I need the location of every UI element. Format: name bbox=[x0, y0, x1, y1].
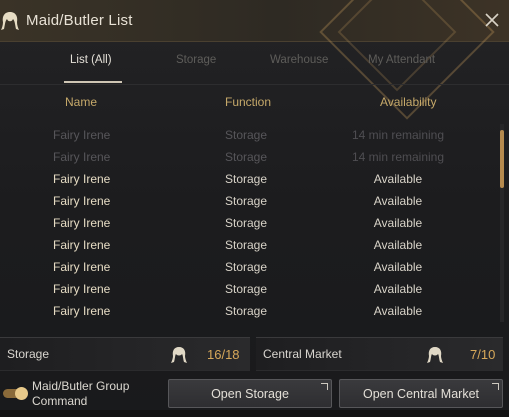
row-availability: Available bbox=[373, 238, 423, 252]
window-title: Maid/Butler List bbox=[26, 12, 133, 29]
column-header-function: Function bbox=[225, 95, 272, 109]
column-header-availability: Availability bbox=[380, 95, 437, 109]
table-row[interactable]: Fairy Irene Storage Available bbox=[0, 300, 497, 322]
group-command-toggle[interactable] bbox=[3, 387, 28, 400]
maid-icon bbox=[1, 12, 19, 30]
row-name: Fairy Irene bbox=[53, 128, 111, 142]
row-availability: Available bbox=[373, 260, 423, 274]
scrollbar-thumb[interactable] bbox=[500, 130, 504, 188]
table-row[interactable]: Fairy Irene Storage Available bbox=[0, 256, 497, 278]
tab-bar: List (All) Storage Warehouse My Attendan… bbox=[0, 41, 509, 83]
row-function: Storage bbox=[225, 260, 268, 274]
row-name: Fairy Irene bbox=[53, 172, 111, 186]
table-row[interactable]: Fairy Irene Storage Available bbox=[0, 190, 497, 212]
row-function: Storage bbox=[225, 216, 268, 230]
row-name: Fairy Irene bbox=[53, 194, 111, 208]
expand-icon bbox=[321, 383, 328, 390]
row-name: Fairy Irene bbox=[53, 260, 111, 274]
active-tab-indicator bbox=[64, 81, 122, 83]
storage-summary-label: Storage bbox=[7, 347, 50, 361]
storage-summary: Storage 16/18 bbox=[0, 337, 250, 371]
row-availability: Available bbox=[373, 194, 423, 208]
open-storage-button[interactable]: Open Storage bbox=[168, 379, 332, 408]
tab-my-attendant[interactable]: My Attendant bbox=[368, 54, 435, 66]
row-name: Fairy Irene bbox=[53, 238, 111, 252]
row-availability: Available bbox=[373, 172, 423, 186]
table-row[interactable]: Fairy Irene Storage 14 min remaining bbox=[0, 124, 497, 146]
table-row[interactable]: Fairy Irene Storage Available bbox=[0, 234, 497, 256]
title-bar[interactable]: Maid/Butler List bbox=[0, 0, 509, 120]
maid-icon bbox=[171, 347, 187, 363]
table-row[interactable]: Fairy Irene Storage 14 min remaining bbox=[0, 146, 497, 168]
bottom-strip bbox=[0, 410, 509, 417]
tabs-divider bbox=[0, 84, 509, 85]
attendant-list: Fairy Irene Storage 14 min remaining Fai… bbox=[0, 124, 497, 322]
open-central-market-button[interactable]: Open Central Market bbox=[339, 379, 503, 408]
row-availability: Available bbox=[373, 216, 423, 230]
expand-icon bbox=[492, 383, 499, 390]
row-function: Storage bbox=[225, 150, 268, 164]
central-market-summary: Central Market 7/10 bbox=[256, 337, 503, 371]
row-function: Storage bbox=[225, 194, 268, 208]
maid-icon bbox=[427, 347, 443, 363]
row-name: Fairy Irene bbox=[53, 216, 111, 230]
column-header-name: Name bbox=[65, 95, 98, 109]
row-function: Storage bbox=[225, 128, 268, 142]
open-central-market-label: Open Central Market bbox=[362, 387, 480, 401]
tab-storage[interactable]: Storage bbox=[176, 54, 216, 66]
tab-warehouse[interactable]: Warehouse bbox=[270, 54, 328, 66]
central-market-count: 7/10 bbox=[470, 347, 496, 362]
row-name: Fairy Irene bbox=[53, 282, 111, 296]
row-function: Storage bbox=[225, 304, 268, 318]
tab-list-all[interactable]: List (All) bbox=[70, 54, 112, 66]
row-availability: Available bbox=[373, 304, 423, 318]
group-command-label: Maid/Butler Group Command bbox=[32, 379, 130, 408]
row-availability: 14 min remaining bbox=[351, 128, 445, 142]
table-row[interactable]: Fairy Irene Storage Available bbox=[0, 278, 497, 300]
storage-count: 16/18 bbox=[207, 347, 240, 362]
row-function: Storage bbox=[225, 238, 268, 252]
open-storage-label: Open Storage bbox=[211, 387, 289, 401]
row-availability: Available bbox=[373, 282, 423, 296]
maid-butler-window: Maid/Butler List List (All) Storage Ware… bbox=[0, 0, 509, 417]
row-function: Storage bbox=[225, 282, 268, 296]
central-market-summary-label: Central Market bbox=[263, 347, 342, 361]
row-name: Fairy Irene bbox=[53, 304, 111, 318]
table-row[interactable]: Fairy Irene Storage Available bbox=[0, 168, 497, 190]
table-row[interactable]: Fairy Irene Storage Available bbox=[0, 212, 497, 234]
close-icon[interactable] bbox=[483, 11, 501, 29]
row-name: Fairy Irene bbox=[53, 150, 111, 164]
row-availability: 14 min remaining bbox=[351, 150, 445, 164]
row-function: Storage bbox=[225, 172, 268, 186]
